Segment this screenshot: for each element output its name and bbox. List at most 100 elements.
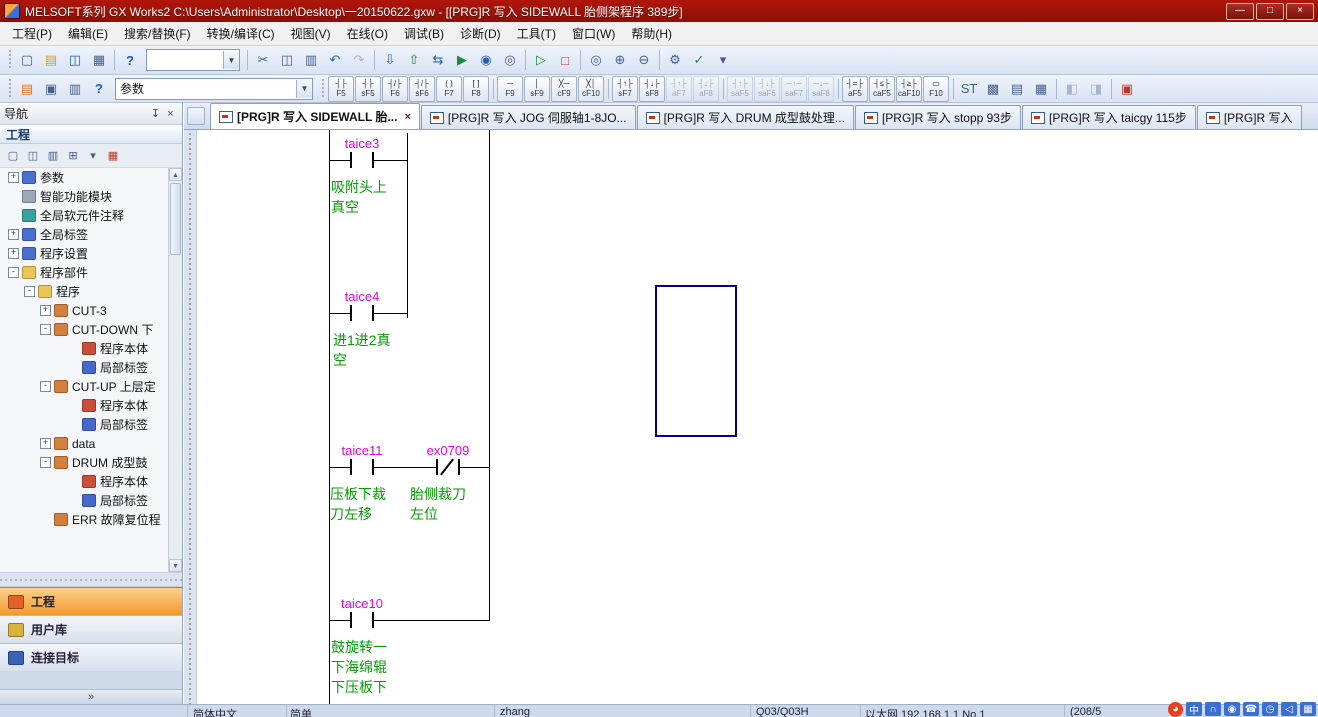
tab-partial[interactable]: [PRG]R 写入 xyxy=(1197,105,1302,129)
note-edit-icon[interactable]: ▦ xyxy=(1029,77,1053,101)
toolbar-icon[interactable] xyxy=(580,50,581,70)
ladder-key-button[interactable] xyxy=(953,79,954,99)
new-file-icon[interactable]: ▢ xyxy=(15,48,39,72)
function-block-icon[interactable]: ▣ xyxy=(39,77,63,101)
tree-item-global-device-comment[interactable]: 全局软元件注释 xyxy=(0,206,182,225)
volume-icon[interactable]: ◁ xyxy=(1281,702,1297,716)
menu-diagnostics[interactable]: 诊断(D) xyxy=(452,22,509,45)
tree-item-pou[interactable]: - 程序部件 xyxy=(0,263,182,282)
zoom-in-icon[interactable]: ⊕ xyxy=(608,48,632,72)
zoom-out-icon[interactable]: ⊖ xyxy=(632,48,656,72)
ladder-key-button[interactable] xyxy=(493,79,494,99)
scrollbar-thumb[interactable] xyxy=(170,183,181,255)
device-comment-edit-icon[interactable]: ▩ xyxy=(981,77,1005,101)
tree-item-program-body[interactable]: 程序本体 xyxy=(0,472,182,491)
tree-item-err[interactable]: ERR 故障复位程 xyxy=(0,510,182,529)
write-to-plc-icon[interactable]: ⇩ xyxy=(378,48,402,72)
edit-line-button[interactable]: ▭ F10 xyxy=(923,76,949,102)
open-folder-icon[interactable]: ▤ xyxy=(39,48,63,72)
paste-data-icon[interactable]: ▥ xyxy=(43,146,63,166)
tab-taicgy[interactable]: [PRG]R 写入 taicgy 115步 xyxy=(1022,105,1196,129)
open-contact-button[interactable]: ┤├ F5 xyxy=(328,76,354,102)
ladder-key-button[interactable] xyxy=(838,79,839,99)
phone-icon[interactable]: ☎ xyxy=(1243,702,1259,716)
tab-jog[interactable]: [PRG]R 写入 JOG 伺服轴1-8JO... xyxy=(421,105,636,129)
tree-expander-icon[interactable]: - xyxy=(40,381,51,392)
more-dropdown-icon[interactable]: ▾ xyxy=(711,48,735,72)
ime-icon[interactable]: 中 xyxy=(1186,702,1202,716)
tree-item-cutdown[interactable]: - CUT-DOWN 下 xyxy=(0,320,182,339)
toolbar-icon[interactable] xyxy=(525,50,526,70)
tab-drum[interactable]: [PRG]R 写入 DRUM 成型鼓处理... xyxy=(637,105,854,129)
print-icon[interactable]: ▦ xyxy=(87,48,111,72)
device-combo[interactable]: ▼ xyxy=(146,49,240,71)
expand-all-icon[interactable]: ⊞ xyxy=(63,146,83,166)
help2-icon[interactable]: ? xyxy=(87,77,111,101)
tree-item-intelligent-module[interactable]: 智能功能模块 xyxy=(0,187,182,206)
ladder-canvas[interactable]: taice3 吸附头上 真空 taice4 进1进2真 空 taice11 压板… xyxy=(184,130,1318,705)
compare-ge-button[interactable]: ┤≥├ caF10 xyxy=(896,76,922,102)
user-library-button[interactable]: 用户库 xyxy=(0,615,182,643)
parallel-close-contact-button[interactable]: ┤/├ sF6 xyxy=(409,76,435,102)
device-label[interactable]: taice11 xyxy=(332,443,392,458)
tree-expander-icon[interactable]: - xyxy=(40,457,51,468)
tree-item-local-label[interactable]: 局部标签 xyxy=(0,358,182,377)
copy-icon[interactable]: ◫ xyxy=(275,48,299,72)
toolbar-grip[interactable] xyxy=(7,79,12,99)
project-view-button[interactable]: 工程 xyxy=(0,587,182,615)
tree-expander-icon[interactable]: + xyxy=(8,172,19,183)
undo-icon[interactable]: ↶ xyxy=(323,48,347,72)
toolbar-grip[interactable] xyxy=(7,50,12,70)
rising-pulse-button[interactable]: ┤↑├ sF7 xyxy=(612,76,638,102)
save-icon[interactable]: ◫ xyxy=(63,48,87,72)
tree-expander-icon[interactable]: - xyxy=(40,324,51,335)
tree-item-program-setting[interactable]: + 程序设置 xyxy=(0,244,182,263)
all-windows-icon[interactable]: ▣ xyxy=(1115,77,1139,101)
combo-dropdown-icon[interactable]: ▼ xyxy=(296,80,312,98)
redo-icon[interactable]: ↷ xyxy=(347,48,371,72)
clock-icon[interactable]: ◷ xyxy=(1262,702,1278,716)
menu-find-replace[interactable]: 搜索/替换(F) xyxy=(116,22,199,45)
delete-vertical-line-button[interactable]: ╳│ cF10 xyxy=(578,76,604,102)
sort-dropdown-icon[interactable]: ▾ xyxy=(83,146,103,166)
compare-contact-button[interactable]: ┤=├ aF5 xyxy=(842,76,868,102)
tree-item-drum[interactable]: - DRUM 成型鼓 xyxy=(0,453,182,472)
falling-pulse-close-button[interactable]: ┤↓├ aF8 xyxy=(693,76,719,102)
paste-icon[interactable]: ▥ xyxy=(299,48,323,72)
tab-scroll-button[interactable] xyxy=(187,107,205,125)
falling-pulse-button[interactable]: ┤↓├ sF8 xyxy=(639,76,665,102)
find-icon[interactable]: ◎ xyxy=(584,48,608,72)
menu-tools[interactable]: 工具(T) xyxy=(509,22,564,45)
toolbar-icon[interactable] xyxy=(247,50,248,70)
help-icon[interactable]: ? xyxy=(118,48,142,72)
device-label[interactable]: taice10 xyxy=(332,596,392,611)
close-button[interactable]: × xyxy=(1286,3,1314,20)
tab-close-icon[interactable]: × xyxy=(404,111,410,123)
toolbar-icon[interactable] xyxy=(1056,79,1057,99)
selection-cursor[interactable] xyxy=(655,285,737,437)
horizontal-line-button[interactable]: ─ F9 xyxy=(497,76,523,102)
tree-expander-icon[interactable]: + xyxy=(8,248,19,259)
toolbar-icon[interactable] xyxy=(1111,79,1112,99)
menu-view[interactable]: 视图(V) xyxy=(283,22,339,45)
monitor-mode-icon[interactable]: ◉ xyxy=(474,48,498,72)
invert-operation-button[interactable]: ─↑─ saF7 xyxy=(781,76,807,102)
toolbar-icon[interactable] xyxy=(659,50,660,70)
tree-item-program-body[interactable]: 程序本体 xyxy=(0,396,182,415)
vertical-line-button[interactable]: │ sF9 xyxy=(524,76,550,102)
copy-data-icon[interactable]: ◫ xyxy=(23,146,43,166)
menu-convert-compile[interactable]: 转换/编译(C) xyxy=(199,22,283,45)
inline-st-icon[interactable]: ST xyxy=(957,77,981,101)
monitor-write-mode-icon[interactable]: ◎ xyxy=(498,48,522,72)
output-window-icon[interactable]: ▥ xyxy=(63,77,87,101)
coil-button[interactable]: ( ) F7 xyxy=(436,76,462,102)
parallel-open-contact-button[interactable]: ┤├ sF5 xyxy=(355,76,381,102)
application-instruction-button[interactable]: [ ] F8 xyxy=(463,76,489,102)
menu-project[interactable]: 工程(P) xyxy=(4,22,60,45)
pin-icon[interactable]: ↧ xyxy=(148,107,163,120)
read-from-plc-icon[interactable]: ⇧ xyxy=(402,48,426,72)
device-label[interactable]: taice3 xyxy=(332,136,392,151)
ladder-edit-mode-icon[interactable]: ◧ xyxy=(1060,77,1084,101)
tab-stopp[interactable]: [PRG]R 写入 stopp 93步 xyxy=(855,105,1021,129)
delete-horizontal-line-button[interactable]: ╳─ cF9 xyxy=(551,76,577,102)
